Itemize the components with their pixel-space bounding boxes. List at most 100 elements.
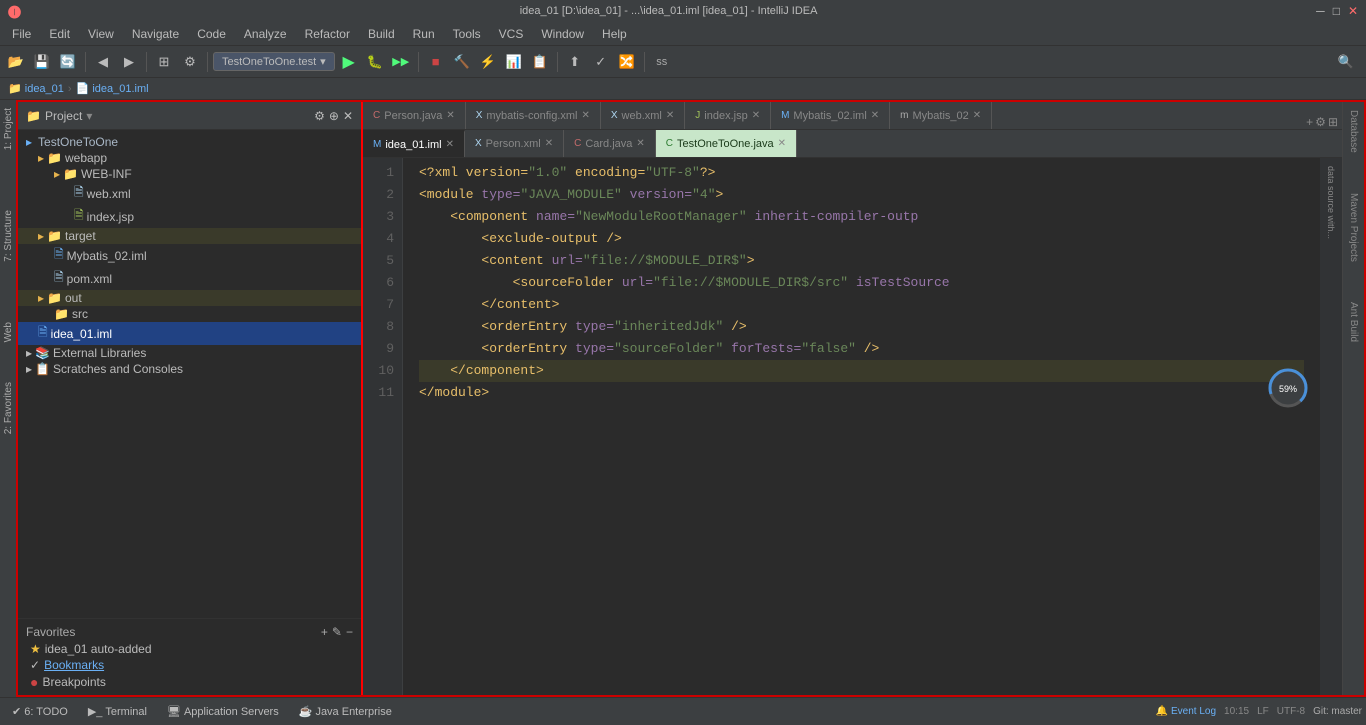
toolbar-search-btn[interactable]: 🔍 [1334,50,1358,74]
tab-close-mybatis02[interactable]: ✕ [973,110,981,121]
tree-item-target[interactable]: ▸ 📁 target [18,228,361,244]
tree-item-webapp[interactable]: ▸ 📁 webapp [18,150,361,166]
side-tab-favorites[interactable]: 2: Favorites [3,382,14,434]
tab-close-idea01-iml[interactable]: ✕ [446,139,454,150]
debug-button[interactable]: 🐛 [363,50,387,74]
tab-web-xml[interactable]: X web.xml ✕ [601,102,685,129]
fav-breakpoints[interactable]: ● Breakpoints [18,673,361,691]
toolbar-ss-btn[interactable]: ss [650,50,674,74]
menu-code[interactable]: Code [189,25,234,43]
side-tab-project[interactable]: 1: Project [3,108,14,150]
tab-mybatis-config[interactable]: X mybatis-config.xml ✕ [466,102,601,129]
vcs-update-btn[interactable]: ⬆ [563,50,587,74]
project-close-icon[interactable]: ✕ [343,109,353,123]
tab-gear-icon[interactable]: ⚙ [1315,115,1326,129]
menu-file[interactable]: File [4,25,39,43]
tab-close-web-xml[interactable]: ✕ [666,110,674,121]
menu-navigate[interactable]: Navigate [124,25,187,43]
code-content[interactable]: <?xml version="1.0" encoding="UTF-8"?> <… [403,158,1320,695]
tree-item-mybatis02iml[interactable]: 🗎 Mybatis_02.iml [18,244,361,267]
menu-refactor[interactable]: Refactor [297,25,358,43]
tree-item-out[interactable]: ▸ 📁 out [18,290,361,306]
toolbar-sync-btn[interactable]: 🔄 [56,50,80,74]
stop-button[interactable]: ■ [424,50,448,74]
tab-person-java[interactable]: C Person.java ✕ [363,102,466,129]
minimize-button[interactable]: ─ [1316,4,1325,18]
fav-remove-icon[interactable]: − [346,625,353,639]
rebuild-button[interactable]: 🔨 [450,50,474,74]
toolbar-btn7[interactable]: 📋 [528,50,552,74]
menu-help[interactable]: Help [594,25,635,43]
breadcrumb-file[interactable]: 📄 idea_01.iml [76,82,149,95]
tree-item-webxml[interactable]: 🗎 web.xml [18,182,361,205]
tab-close-person-xml[interactable]: ✕ [545,138,553,149]
side-tab-maven[interactable]: Maven Projects [1348,193,1359,262]
menu-tools[interactable]: Tools [445,25,489,43]
fav-add-icon[interactable]: + [321,625,328,639]
bottom-tab-todo[interactable]: ✔ 6: TODO [4,703,76,720]
tab-add-icon[interactable]: + [1306,115,1313,129]
run-config-selector[interactable]: TestOneToOne.test ▾ [213,52,335,71]
toolbar-structure-btn[interactable]: ⊞ [152,50,176,74]
vcs-commit-btn[interactable]: ✓ [589,50,613,74]
tree-item-indexjsp[interactable]: 🗎 index.jsp [18,205,361,228]
menu-run[interactable]: Run [405,25,443,43]
toolbar-forward-btn[interactable]: ▶ [117,50,141,74]
tree-item-src[interactable]: 📁 src [18,306,361,322]
toolbar-save-btn[interactable]: 💾 [30,50,54,74]
fav-bookmarks[interactable]: ✓ Bookmarks [18,657,361,673]
side-tab-structure[interactable]: 7: Structure [3,210,14,262]
toolbar-btn8[interactable]: 🔀 [615,50,639,74]
menu-edit[interactable]: Edit [41,25,78,43]
run-button[interactable]: ▶ [337,50,361,74]
toolbar-btn6[interactable]: 📊 [502,50,526,74]
tab-split-icon[interactable]: ⊞ [1328,115,1338,129]
close-button[interactable]: ✕ [1348,4,1358,18]
maximize-button[interactable]: □ [1333,4,1340,18]
event-log-link[interactable]: 🔔 Event Log [1156,706,1216,717]
project-gear-icon[interactable]: ⊕ [329,109,339,123]
project-settings-icon[interactable]: ⚙ [314,109,325,123]
tab-person-xml[interactable]: X Person.xml ✕ [465,130,564,157]
menu-window[interactable]: Window [533,25,592,43]
menu-analyze[interactable]: Analyze [236,25,295,43]
code-editor[interactable]: 1 2 3 4 5 6 7 8 9 10 11 <?xml version="1… [363,158,1342,695]
bottom-tab-java-enterprise[interactable]: ☕ Java Enterprise [291,703,400,720]
toolbar-btn5[interactable]: ⚡ [476,50,500,74]
side-tab-database[interactable]: Database [1348,110,1359,153]
fav-idea01[interactable]: ★ idea_01 auto-added [18,641,361,657]
tab-idea01-iml[interactable]: M idea_01.iml ✕ [363,130,465,157]
tab-close-index-jsp[interactable]: ✕ [752,110,760,121]
side-tab-web[interactable]: Web [3,322,14,342]
menu-build[interactable]: Build [360,25,403,43]
fav-edit-icon[interactable]: ✎ [332,625,342,639]
tree-item-testonetone[interactable]: ▸ TestOneToOne [18,134,361,150]
tree-item-scratches[interactable]: ▸ 📋 Scratches and Consoles [18,361,361,377]
tab-close-mybatis02-iml[interactable]: ✕ [871,110,879,121]
bottom-tab-app-servers[interactable]: 🖥 Application Servers [159,703,287,720]
tab-index-jsp[interactable]: J index.jsp ✕ [685,102,771,129]
tab-close-testonetone-java[interactable]: ✕ [778,138,786,149]
run-with-coverage-btn[interactable]: ▶▶ [389,50,413,74]
toolbar-open-btn[interactable]: 📂 [4,50,28,74]
tab-close-mybatis-config[interactable]: ✕ [581,110,589,121]
datasource-hint[interactable]: data source with... [1326,166,1336,239]
tab-close-person-java[interactable]: ✕ [446,110,454,121]
tree-item-extlibs[interactable]: ▸ 📚 External Libraries [18,345,361,361]
tab-mybatis02-iml[interactable]: M Mybatis_02.iml ✕ [771,102,890,129]
tab-card-java[interactable]: C Card.java ✕ [564,130,656,157]
tree-item-pomxml[interactable]: 🗎 pom.xml [18,267,361,290]
tree-item-idea01iml[interactable]: 🗎 idea_01.iml [18,322,361,345]
tab-testonetone-java[interactable]: C TestOneToOne.java ✕ [656,130,797,157]
menu-view[interactable]: View [80,25,122,43]
toolbar-settings-btn[interactable]: ⚙ [178,50,202,74]
tab-mybatis02[interactable]: m Mybatis_02 ✕ [890,102,992,129]
tab-close-card-java[interactable]: ✕ [636,138,644,149]
code-line-9: <orderEntry type="sourceFolder" forTests… [419,338,1304,360]
side-tab-ant[interactable]: Ant Build [1348,302,1359,342]
breadcrumb-project[interactable]: 📁 idea_01 [8,82,64,95]
menu-vcs[interactable]: VCS [491,25,532,43]
toolbar-back-btn[interactable]: ◀ [91,50,115,74]
tree-item-webinf[interactable]: ▸ 📁 WEB-INF [18,166,361,182]
bottom-tab-terminal[interactable]: ▶_ Terminal [80,703,155,720]
